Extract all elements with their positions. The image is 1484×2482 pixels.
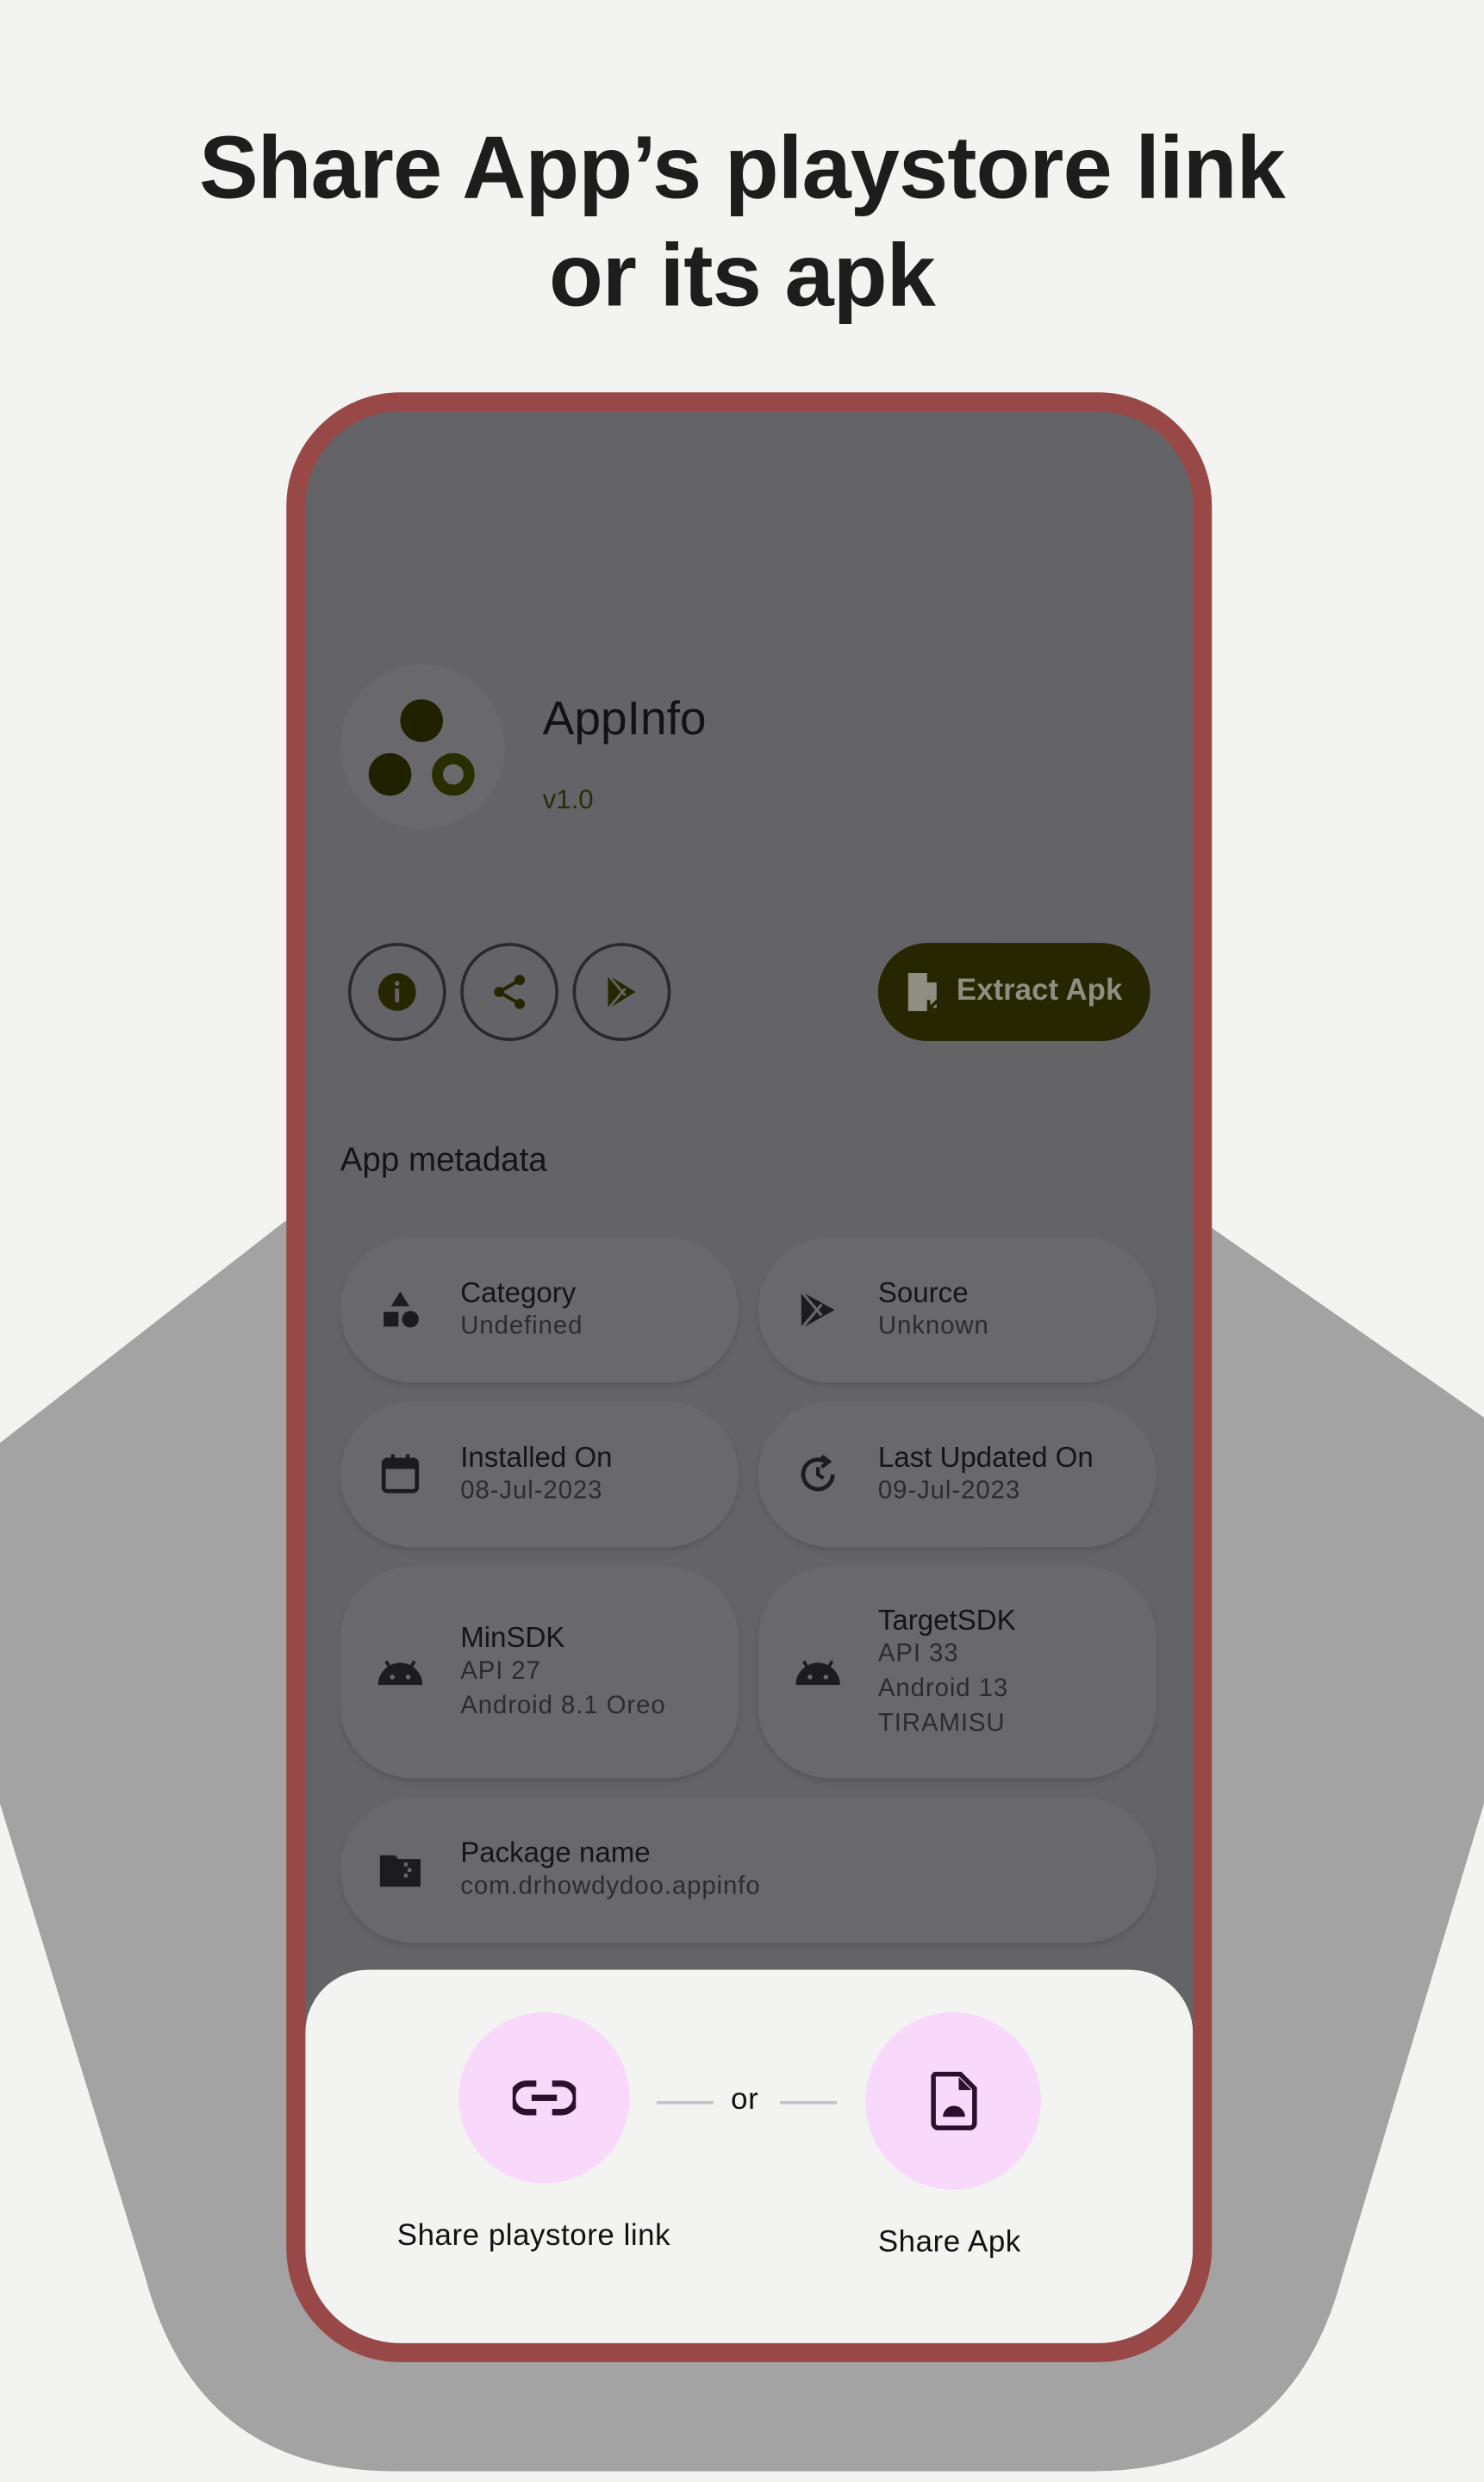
app-version: v1.0	[542, 784, 594, 815]
metadata-title: Installed On	[460, 1441, 613, 1474]
metadata-title: Package name	[460, 1837, 651, 1869]
metadata-value: API 27	[460, 1657, 541, 1686]
phone-frame: AppInfo v1.0 Extract Apk App metadata Ca…	[286, 392, 1213, 2362]
metadata-card-minsdk: MinSDK API 27 Android 8.1 Oreo	[340, 1566, 739, 1779]
metadata-title: TargetSDK	[877, 1604, 1016, 1637]
metadata-card-updated: Last Updated On 09-Jul-2023	[758, 1401, 1157, 1548]
category-shapes-icon	[383, 1291, 419, 1328]
extract-apk-label: Extract Apk	[956, 974, 1123, 1008]
headline: Share App’s playstore link or its apk	[0, 114, 1484, 329]
share-bottom-sheet: or Share playstore link Share Apk	[305, 1969, 1194, 2343]
metadata-card-package: Package name com.drhowdydoo.appinfo	[340, 1797, 1157, 1943]
metadata-value: Unknown	[877, 1313, 989, 1340]
headline-line-1: Share App’s playstore link	[199, 116, 1286, 217]
share-button[interactable]	[460, 943, 559, 1041]
metadata-card-category: Category Undefined	[340, 1237, 739, 1383]
promo-screen: Share App’s playstore link or its apk Ap…	[0, 0, 1484, 2481]
app-icon	[340, 664, 505, 829]
share-apk-label: Share Apk	[877, 2225, 1021, 2260]
divider-left	[656, 2100, 714, 2105]
metadata-value: Android 13	[877, 1675, 1009, 1703]
calendar-icon	[381, 1454, 420, 1494]
play-store-icon	[800, 1290, 835, 1330]
extract-apk-button[interactable]: Extract Apk	[877, 943, 1150, 1041]
or-label: or	[731, 2083, 759, 2117]
app-name: AppInfo	[542, 693, 707, 745]
headline-line-2: or its apk	[549, 224, 936, 325]
divider-right	[780, 2100, 838, 2105]
update-icon	[801, 1454, 835, 1492]
share-playstore-link-label: Share playstore link	[396, 2219, 671, 2254]
share-icon	[494, 975, 526, 1009]
metadata-card-source: Source Unknown	[758, 1237, 1157, 1383]
share-playstore-link-button[interactable]	[458, 2012, 630, 2184]
info-button[interactable]	[347, 943, 446, 1041]
info-icon	[377, 973, 416, 1011]
play-store-icon	[607, 974, 636, 1010]
section-title: App metadata	[340, 1142, 547, 1179]
metadata-value: Undefined	[460, 1313, 583, 1340]
android-icon	[377, 1660, 423, 1686]
metadata-value: com.drhowdydoo.appinfo	[460, 1873, 761, 1900]
metadata-card-targetsdk: TargetSDK API 33 Android 13 TIRAMISU	[758, 1566, 1157, 1779]
metadata-value: API 33	[877, 1640, 959, 1668]
metadata-card-installed: Installed On 08-Jul-2023	[340, 1401, 739, 1548]
metadata-title: Last Updated On	[877, 1441, 1094, 1474]
metadata-title: Category	[460, 1276, 577, 1309]
metadata-value: Android 8.1 Oreo	[460, 1693, 666, 1720]
link-icon	[512, 2080, 577, 2116]
folder-zip-icon	[379, 1855, 421, 1887]
playstore-button[interactable]	[572, 943, 671, 1041]
apk-file-icon	[930, 2071, 976, 2130]
metadata-title: MinSDK	[460, 1621, 565, 1654]
android-icon	[795, 1660, 840, 1686]
metadata-value: 08-Jul-2023	[460, 1477, 603, 1505]
metadata-value: TIRAMISU	[877, 1710, 1006, 1737]
metadata-value: 09-Jul-2023	[877, 1477, 1021, 1505]
metadata-title: Source	[877, 1276, 969, 1309]
file-export-icon	[907, 973, 939, 1012]
share-apk-button[interactable]	[865, 2012, 1041, 2190]
